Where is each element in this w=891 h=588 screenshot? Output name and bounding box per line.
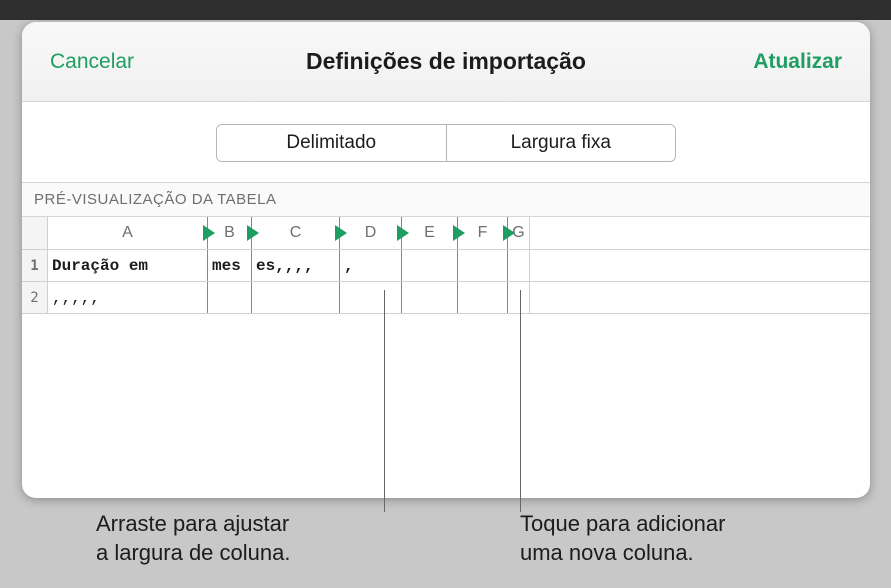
table-cell — [458, 250, 508, 281]
column-header-c[interactable]: C — [252, 217, 340, 249]
callout-text-line: Toque para adicionar — [520, 511, 725, 536]
table-cell — [340, 282, 402, 313]
callout-tap-to-add: Toque para adicionar uma nova coluna. — [520, 510, 725, 567]
column-header-f[interactable]: F — [458, 217, 508, 249]
column-label: F — [478, 224, 488, 242]
update-button[interactable]: Atualizar — [741, 42, 854, 82]
table-cell — [402, 250, 458, 281]
callout-drag-to-resize: Arraste para ajustar a largura de coluna… — [96, 510, 290, 567]
column-label: E — [424, 224, 435, 242]
column-divider-handle-icon[interactable] — [335, 225, 347, 241]
column-divider-handle-icon[interactable] — [453, 225, 465, 241]
sheet-title: Definições de importação — [306, 48, 586, 75]
table-row: 2 ,,,,, — [22, 282, 870, 314]
column-label: C — [290, 224, 302, 242]
table-cell — [252, 282, 340, 313]
callout-leader-line — [520, 290, 521, 512]
segmented-fixed-width[interactable]: Largura fixa — [446, 125, 676, 161]
row-number-cell: 2 — [22, 282, 48, 313]
column-header-e[interactable]: E — [402, 217, 458, 249]
table-cell: ,,,,, — [48, 282, 208, 313]
import-settings-sheet: Cancelar Definições de importação Atuali… — [22, 22, 870, 498]
column-divider-handle-icon[interactable] — [203, 225, 215, 241]
table-cell — [508, 250, 530, 281]
row-number-column-header — [22, 217, 48, 249]
cancel-button[interactable]: Cancelar — [38, 42, 146, 82]
row-number-cell: 1 — [22, 250, 48, 281]
column-divider-handle-icon[interactable] — [247, 225, 259, 241]
segmented-delimited[interactable]: Delimitado — [217, 125, 446, 161]
column-header-row: A B C D E F G — [22, 216, 870, 250]
import-mode-segmented: Delimitado Largura fixa — [216, 124, 676, 162]
column-header-a[interactable]: A — [48, 217, 208, 249]
table-cell: es,,,, — [252, 250, 340, 281]
table-cell — [458, 282, 508, 313]
callout-text-line: Arraste para ajustar — [96, 511, 289, 536]
table-cell: mes — [208, 250, 252, 281]
column-label: B — [224, 224, 235, 242]
table-cell — [402, 282, 458, 313]
preview-section-label: PRÉ-VISUALIZAÇÃO DA TABELA — [22, 182, 870, 216]
callout-text-line: uma nova coluna. — [520, 540, 694, 565]
callout-leader-line — [384, 290, 385, 512]
table-row: 1 Duração em mes es,,,, , — [22, 250, 870, 282]
table-cell — [208, 282, 252, 313]
table-cell: , — [340, 250, 402, 281]
table-preview: A B C D E F G — [22, 216, 870, 314]
sheet-header: Cancelar Definições de importação Atuali… — [22, 22, 870, 102]
column-header-d[interactable]: D — [340, 217, 402, 249]
column-label: A — [122, 224, 133, 242]
column-divider-handle-icon[interactable] — [397, 225, 409, 241]
callout-text-line: a largura de coluna. — [96, 540, 290, 565]
table-cell — [508, 282, 530, 313]
column-divider-handle-icon[interactable] — [503, 225, 515, 241]
column-label: D — [365, 224, 377, 242]
table-cell: Duração em — [48, 250, 208, 281]
